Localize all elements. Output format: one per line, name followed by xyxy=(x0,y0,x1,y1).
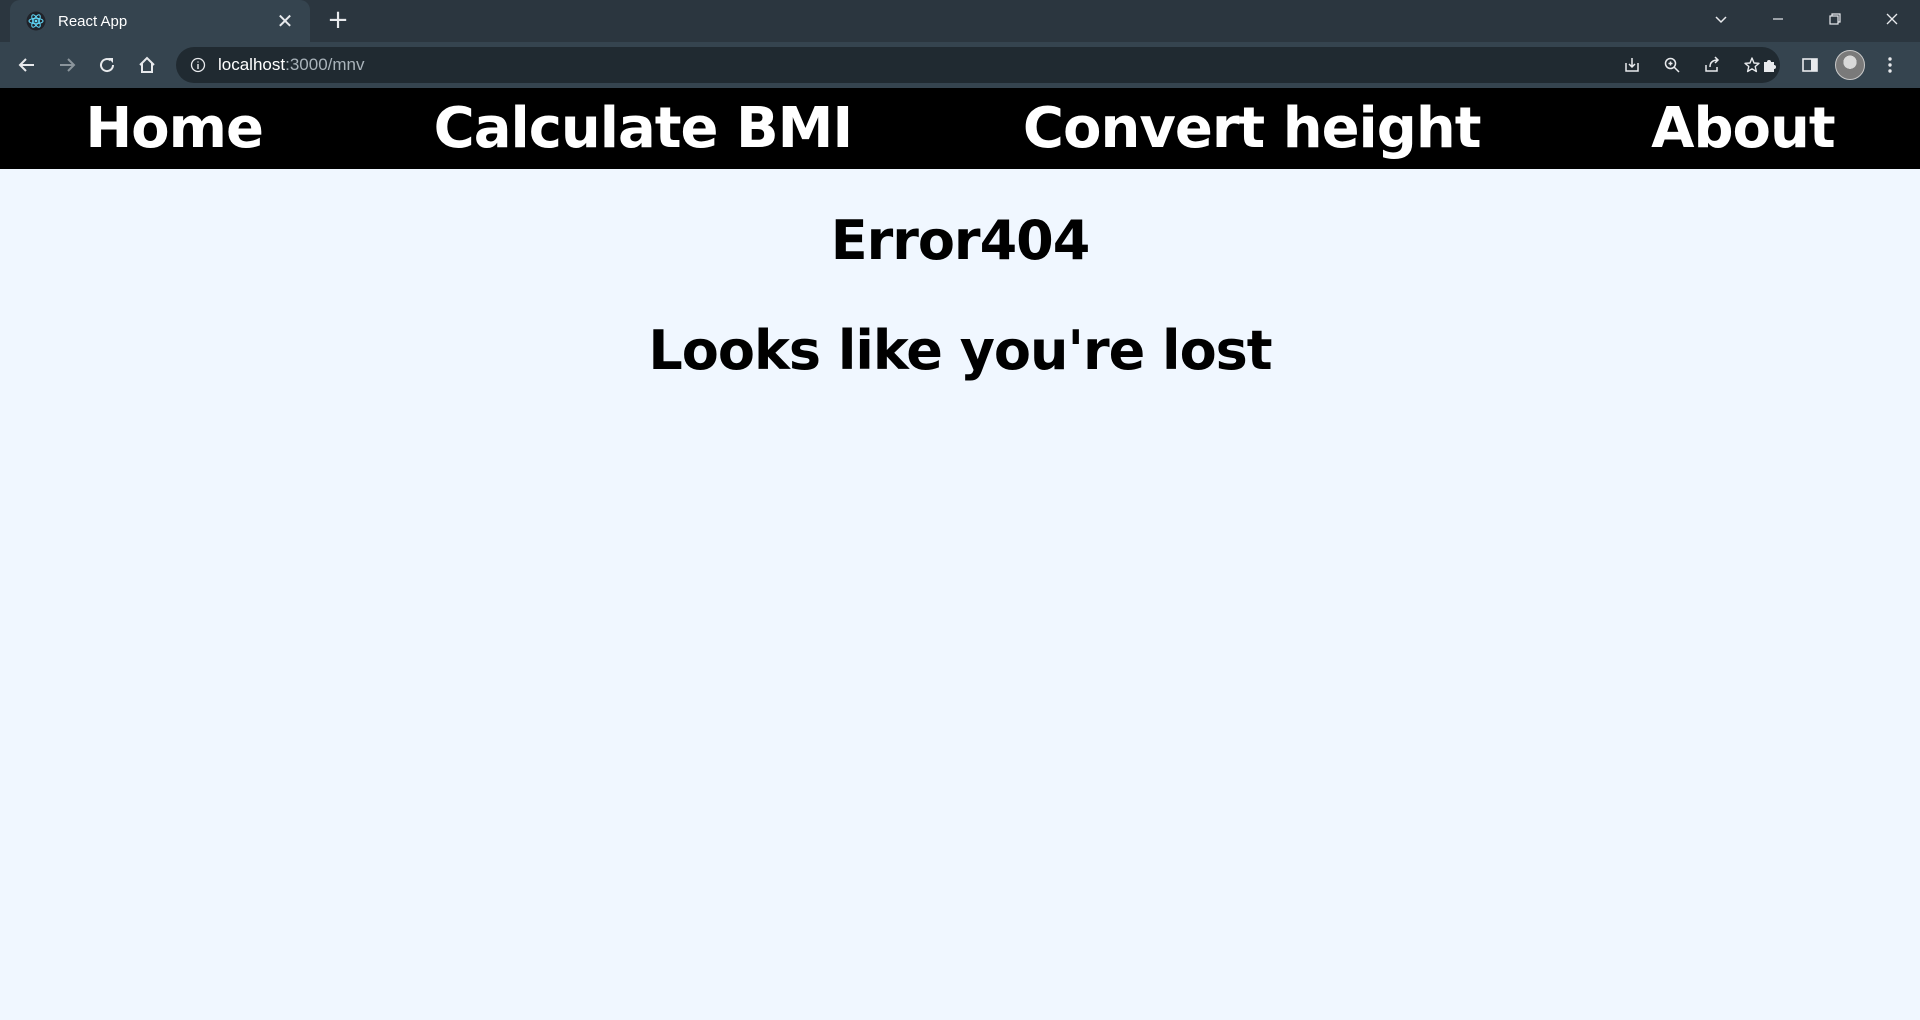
minimize-icon xyxy=(1772,18,1783,20)
home-icon xyxy=(139,56,155,73)
reload-icon xyxy=(100,58,115,73)
error-title: Error404 xyxy=(830,209,1091,272)
browser-chrome: React App ✕ + localhost:3000/mnv xyxy=(0,0,1920,88)
nav-link-home[interactable]: Home xyxy=(85,88,264,169)
tab-title: React App xyxy=(58,12,128,30)
url-text: localhost:3000/mnv xyxy=(218,55,365,75)
avatar xyxy=(1835,50,1865,80)
share-icon[interactable] xyxy=(1692,47,1732,83)
more-vertical-icon xyxy=(1888,57,1892,73)
minimize-button[interactable] xyxy=(1749,0,1806,38)
url-host: localhost xyxy=(218,55,286,74)
tab-close-icon[interactable]: ✕ xyxy=(274,9,296,33)
forward-button[interactable] xyxy=(50,48,84,82)
restore-icon xyxy=(1828,13,1841,25)
close-window-button[interactable] xyxy=(1863,0,1920,38)
error-page-content: Error404 Looks like you're lost xyxy=(0,169,1920,393)
tab-strip: React App ✕ + xyxy=(0,0,1920,42)
address-bar[interactable]: localhost:3000/mnv xyxy=(176,47,1780,83)
browser-tab[interactable]: React App ✕ xyxy=(10,0,310,42)
browser-toolbar: localhost:3000/mnv xyxy=(0,42,1920,88)
home-button[interactable] xyxy=(130,48,164,82)
site-navbar: Home Calculate BMI Convert height About xyxy=(0,88,1920,169)
back-button[interactable] xyxy=(10,48,44,82)
chevron-down-icon xyxy=(1714,16,1727,24)
reload-button[interactable] xyxy=(90,48,124,82)
arrow-left-icon xyxy=(18,58,34,72)
error-message: Looks like you're lost xyxy=(648,319,1272,382)
browser-menu-button[interactable] xyxy=(1870,47,1910,83)
side-panel-icon[interactable] xyxy=(1790,47,1830,83)
new-tab-button[interactable]: + xyxy=(324,6,352,34)
nav-link-calculate-bmi[interactable]: Calculate BMI xyxy=(434,88,854,169)
close-icon xyxy=(1886,13,1897,25)
extensions-icon[interactable] xyxy=(1750,47,1790,83)
nav-link-about[interactable]: About xyxy=(1651,88,1836,169)
react-logo-icon xyxy=(26,11,46,31)
restore-button[interactable] xyxy=(1806,0,1863,38)
profile-avatar[interactable] xyxy=(1830,47,1870,83)
tab-search-button[interactable] xyxy=(1692,0,1749,38)
window-controls xyxy=(1692,0,1920,38)
url-path: :3000/mnv xyxy=(285,55,365,74)
info-icon[interactable] xyxy=(190,57,206,73)
address-bar-actions xyxy=(1612,47,1772,83)
install-app-icon[interactable] xyxy=(1612,47,1652,83)
nav-link-convert-height[interactable]: Convert height xyxy=(1023,88,1482,169)
arrow-right-icon xyxy=(60,58,76,72)
zoom-icon[interactable] xyxy=(1652,47,1692,83)
browser-right-tools xyxy=(1750,47,1910,83)
